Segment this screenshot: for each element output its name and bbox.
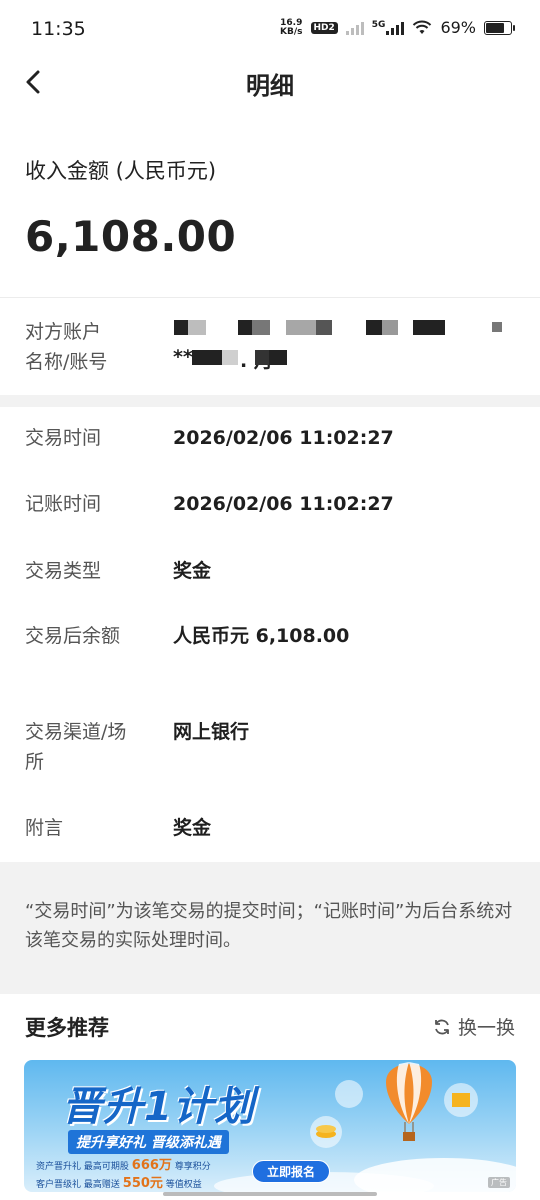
top-nav: 明细 (0, 60, 540, 104)
detail-value: 网上银行 (173, 721, 250, 743)
wifi-icon (413, 20, 432, 34)
note-text: “交易时间”为该笔交易的提交时间；“记账时间”为后台系统对该笔交易的实际处理时间… (25, 901, 513, 951)
detail-label: 交易渠道/场所 (25, 721, 127, 773)
hd-voice-icon: HD2 (310, 21, 338, 34)
status-time: 11:35 (31, 18, 86, 40)
detail-value: 奖金 (173, 560, 212, 582)
amount-label: 收入金额 (人民币元) (25, 159, 217, 183)
banner-subtitle: 提升享好礼 晋级添礼遇 (68, 1130, 229, 1154)
signal-5g-icon: 5G (371, 19, 405, 35)
detail-value: 奖金 (173, 817, 212, 839)
ad-tag: 广告 (488, 1177, 510, 1188)
home-indicator (163, 1192, 377, 1196)
divider (0, 297, 540, 298)
banner-line2-mid: 最高赠送 (83, 1180, 120, 1190)
banner-cta-button[interactable]: 立即报名 (252, 1160, 331, 1183)
banner-line2-suffix: 等值权益 (165, 1180, 202, 1190)
detail-label: 交易后余额 (25, 625, 121, 647)
network-type-label: 5G (371, 19, 386, 30)
banner-line2-prefix: 客户晋级礼 (36, 1180, 82, 1190)
detail-label: 记账时间 (25, 493, 102, 515)
counterparty-label-line1: 对方账户 (25, 321, 102, 343)
detail-value: 2026/02/06 11:02:27 (173, 493, 394, 515)
status-bar: 11:35 16.9 KB/s HD2 5G 69% (0, 0, 540, 60)
detail-label: 交易类型 (25, 560, 102, 582)
refresh-button[interactable]: 换一换 (432, 1013, 515, 1040)
detail-label: 交易时间 (25, 427, 102, 449)
banner-line-2: 客户晋级礼 最高赠送 550元 等值权益 (36, 1172, 202, 1191)
banner-title: 晋升1计划 (62, 1084, 255, 1130)
banner-line-1: 资产晋升礼 最高可期股 666万 尊享积分 (36, 1154, 211, 1173)
banner-line2-amount: 550元 (122, 1176, 163, 1191)
refresh-icon (435, 1019, 449, 1034)
banner-line1-prefix: 资产晋升礼 (36, 1162, 82, 1172)
refresh-label: 换一换 (457, 1017, 515, 1039)
signal-sim2-icon (345, 21, 364, 35)
detail-label: 附言 (25, 817, 64, 839)
detail-value: 2026/02/06 11:02:27 (173, 427, 394, 449)
amount-value: 6,108.00 (25, 212, 237, 261)
banner-line1-suffix: 尊享积分 (174, 1162, 211, 1172)
banner-line1-amount: 666万 (131, 1158, 172, 1173)
battery-percent: 69% (440, 18, 476, 37)
counterparty-value-prefix: ** (173, 346, 193, 368)
battery-fill (486, 22, 504, 33)
network-speed-unit: KB/s (280, 26, 303, 37)
detail-value: 人民币元 6,108.00 (173, 625, 350, 647)
battery-icon (484, 20, 515, 35)
page-title: 明细 (246, 72, 294, 100)
counterparty-label-line2: 名称/账号 (25, 351, 108, 373)
status-icons: 16.9 KB/s HD2 5G 69% (280, 18, 515, 37)
network-speed: 16.9 KB/s (280, 18, 303, 37)
section-gap (0, 395, 540, 407)
promo-banner[interactable]: 晋升1计划 提升享好礼 晋级添礼遇 资产晋升礼 最高可期股 666万 尊享积分 … (24, 1060, 516, 1192)
recommend-title: 更多推荐 (25, 1016, 109, 1040)
banner-line1-mid: 最高可期股 (83, 1162, 129, 1172)
